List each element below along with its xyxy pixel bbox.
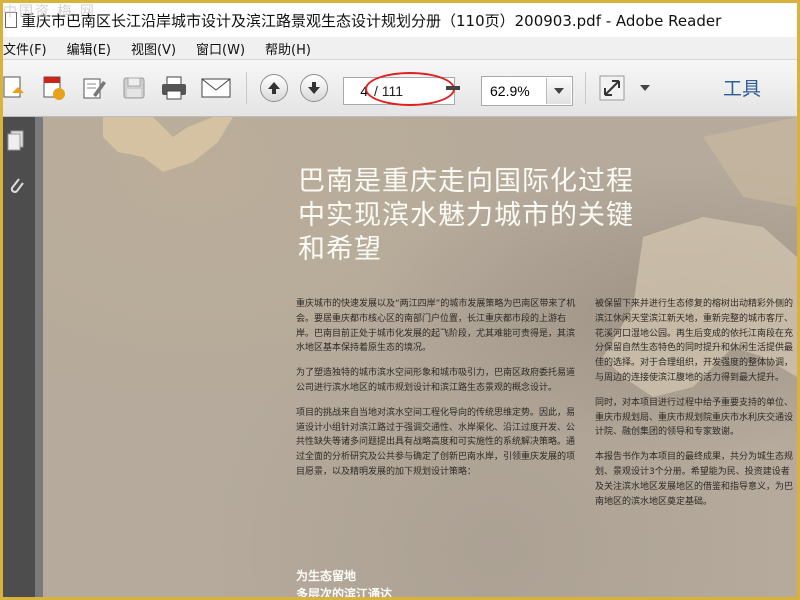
menu-view[interactable]: 视图(V): [121, 39, 186, 58]
paragraph: 为了塑造独特的城市滨水空间形象和城市吸引力，巴南区政府委托易道公司进行滨水地区的…: [296, 368, 576, 393]
subheading-line: 为生态留地: [296, 569, 357, 583]
body-text-column-2: 被保留下来并进行生态修复的榕树出动精彩外侧的滨江休闲天堂滨江新天地，重新完整的城…: [595, 297, 795, 519]
toolbar-options-button[interactable]: [635, 73, 655, 103]
menu-file[interactable]: 文件(F): [3, 39, 57, 58]
page-up-icon: [260, 74, 288, 102]
toolbar-separator: [585, 72, 586, 104]
zoom-out-icon: [446, 86, 460, 90]
window-title: 重庆市巴南区长江沿岸城市设计及滨江路景观生态设计规划分册（110页）200903…: [21, 11, 722, 30]
fullscreen-icon: [599, 75, 625, 101]
save-icon: [123, 77, 145, 99]
paragraph: 同时，对本项目进行过程中给予重要支持的单位、重庆市规划局、重庆市规划院重庆市水利…: [595, 397, 794, 438]
menu-help[interactable]: 帮助(H): [255, 39, 321, 58]
menu-edit[interactable]: 编辑(E): [57, 39, 121, 58]
title-bar: 中国资 梅 网 重庆市巴南区长江沿岸城市设计及滨江路景观生态设计规划分册（110…: [3, 3, 797, 37]
navigation-pane: [3, 117, 35, 597]
page-headline: 巴南是重庆走向国际化过程中实现滨水魅力城市的关键和希望: [298, 166, 634, 265]
paragraph: 重庆城市的快速发展以及“两江四岸”的城市发展策略为巴南区带来了机会。要居重庆都市…: [296, 299, 576, 354]
document-viewport[interactable]: 巴南是重庆走向国际化过程中实现滨水魅力城市的关键和希望 重庆城市的快速发展以及“…: [35, 117, 797, 597]
pages-panel-icon[interactable]: [7, 129, 25, 151]
paragraph: 被保留下来并进行生态修复的榕树出动精彩外侧的滨江休闲天堂滨江新天地，重新完整的城…: [595, 299, 794, 383]
menu-bar: 文件(F) 编辑(E) 视图(V) 窗口(W) 帮助(H): [3, 37, 797, 60]
fullscreen-button[interactable]: [597, 73, 627, 103]
toolbar-separator: [246, 72, 247, 104]
subheading-line: 多层次的滨江通达: [296, 587, 393, 597]
save-button[interactable]: [119, 73, 149, 103]
previous-page-button[interactable]: [259, 73, 289, 103]
next-page-button[interactable]: [299, 73, 329, 103]
edit-button[interactable]: [79, 73, 109, 103]
red-circle-annotation: [365, 72, 455, 106]
edit-icon: [83, 78, 106, 99]
pdf-page: 巴南是重庆走向国际化过程中实现滨水魅力城市的关键和希望 重庆城市的快速发展以及“…: [43, 117, 797, 597]
paragraph: 项目的挑战来自当地对滨水空间工程化导向的传统思维定势。因此，易道设计小组针对滨江…: [296, 407, 576, 477]
zoom-select[interactable]: 62.9%: [481, 76, 573, 106]
email-button[interactable]: [201, 73, 231, 103]
email-icon: [201, 78, 231, 98]
zoom-out-button[interactable]: [443, 73, 463, 103]
menu-window[interactable]: 窗口(W): [186, 39, 255, 58]
zoom-value: 62.9%: [490, 83, 530, 99]
page-down-icon: [300, 74, 328, 102]
share-icon: [43, 76, 65, 100]
create-pdf-icon: [3, 76, 24, 98]
share-button[interactable]: [39, 73, 69, 103]
body-text-column-1: 重庆城市的快速发展以及“两江四岸”的城市发展策略为巴南区带来了机会。要居重庆都市…: [296, 297, 576, 490]
paragraph: 本报告书作为本项目的最终成果，共分为城生态规划、景观设计3个分册。希望能为民、投…: [595, 452, 794, 507]
print-icon: [162, 76, 186, 100]
print-button[interactable]: [159, 73, 189, 103]
attachment-icon[interactable]: [7, 175, 25, 197]
section-subheading: 为生态留地 多层次的滨江通达: [296, 567, 392, 597]
toolbar: / 111 62.9% 工具: [3, 60, 797, 117]
tools-button[interactable]: 工具: [723, 74, 761, 101]
create-pdf-button[interactable]: [3, 73, 29, 103]
dropdown-icon: [640, 85, 650, 91]
chevron-down-icon[interactable]: [546, 78, 571, 104]
adobe-reader-window: 中国资 梅 网 重庆市巴南区长江沿岸城市设计及滨江路景观生态设计规划分册（110…: [3, 3, 797, 597]
watermark: 中国资 梅 网: [3, 4, 96, 20]
